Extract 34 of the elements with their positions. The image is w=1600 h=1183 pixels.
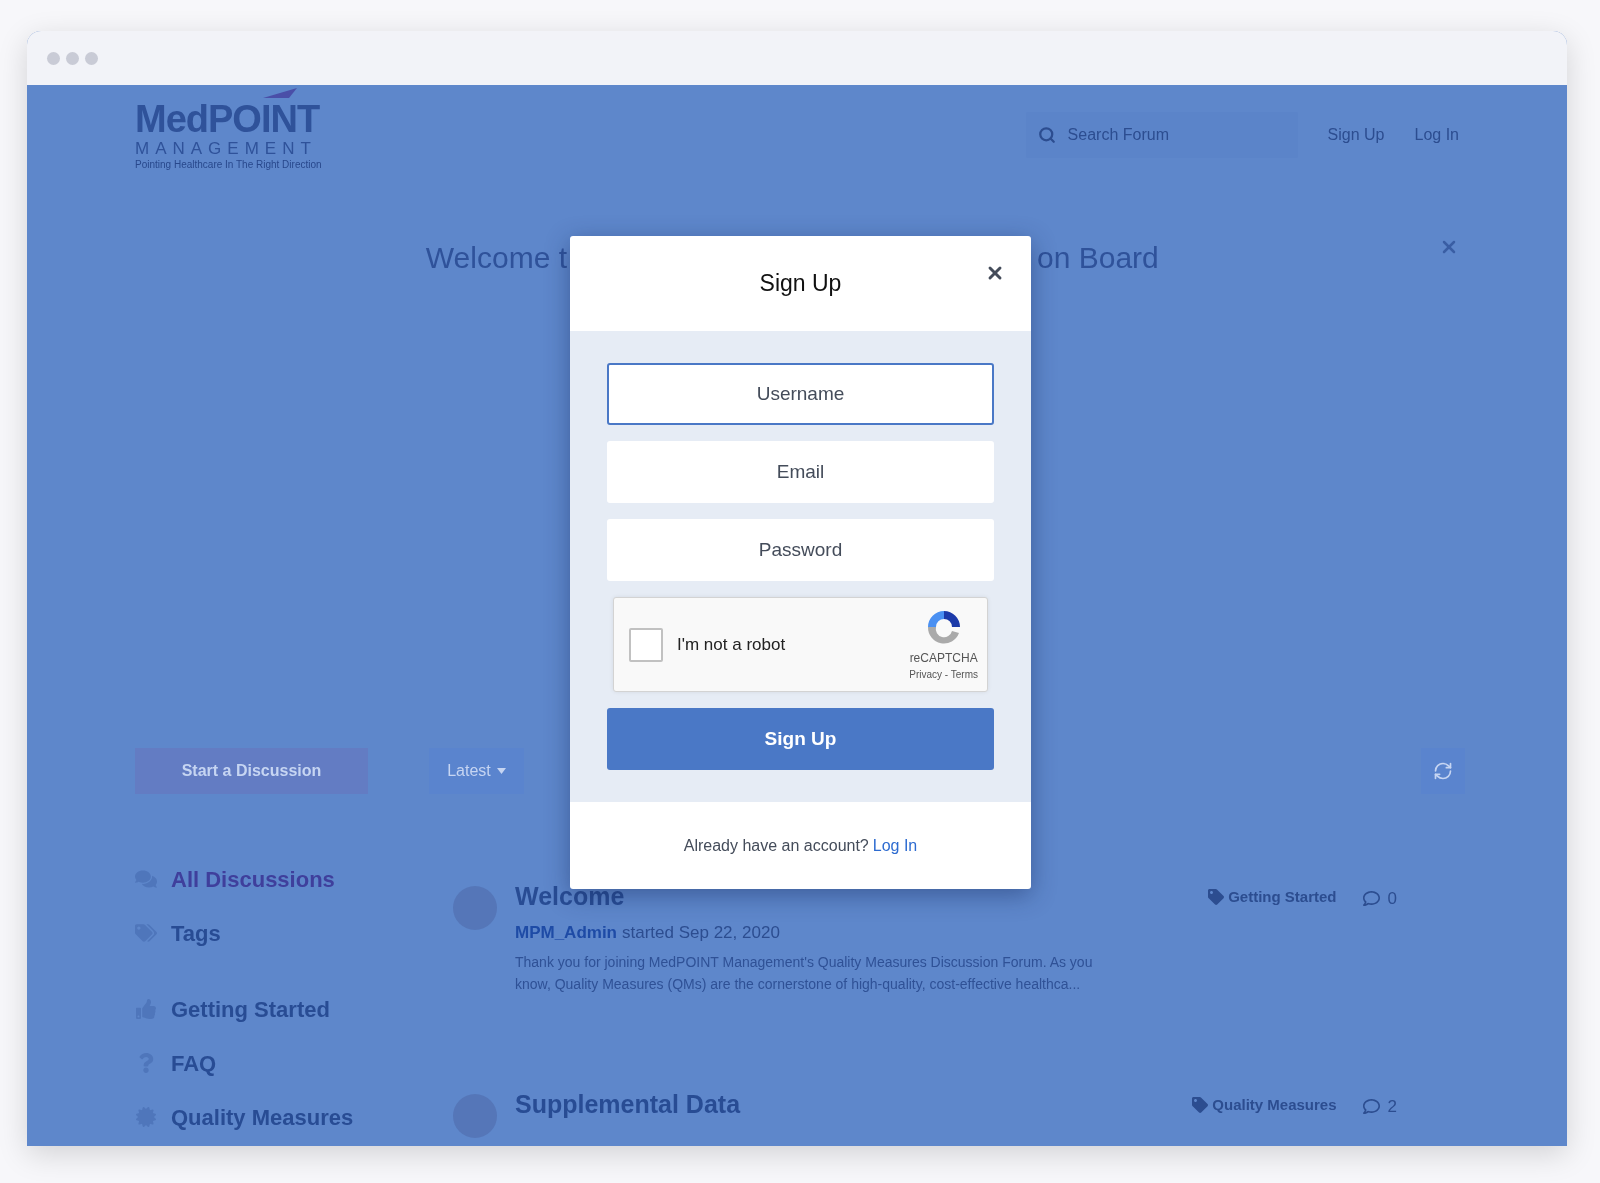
reply-count: 0 [1387,888,1397,910]
captcha-links[interactable]: Privacy - Terms [909,667,978,682]
caret-icon [496,768,506,774]
search-icon [1037,126,1056,144]
refresh-button[interactable] [1421,748,1465,794]
sidebar-item[interactable]: Tags [171,916,221,950]
author-link[interactable]: MPM_Admin [515,919,617,945]
header-link[interactable]: Log In [1414,123,1459,147]
comment-icon [1362,1098,1380,1116]
sidebar-item[interactable]: Getting Started [171,992,330,1026]
discussion-tag[interactable]: Quality Measures [1212,1094,1337,1117]
discussion-title[interactable]: Supplemental Data [515,1086,1115,1124]
captcha-label: I'm not a robot [677,633,786,656]
tag-icon [1192,1097,1209,1114]
discussion-tag[interactable]: Getting Started [1228,886,1337,909]
sign-up-button[interactable]: Sign Up [607,708,994,770]
input-field[interactable]: Username [607,363,994,425]
captcha-checkbox[interactable] [629,627,663,662]
account-prompt: Already have an account? [683,835,869,856]
header-link[interactable]: Sign Up [1327,123,1385,147]
dialog-title: Sign Up [759,269,842,299]
sidebar-item[interactable]: All Discussions [171,862,335,896]
captcha-brand: reCAPTCHA [909,650,978,667]
reply-count: 2 [1387,1096,1397,1118]
log-in-link[interactable]: Log In [872,833,918,858]
sidebar-item[interactable]: FAQ [171,1046,217,1080]
sort-dropdown[interactable]: Latest [429,748,524,794]
sidebar-item[interactable]: Quality Measures [171,1100,354,1134]
logo-triangle-icon [263,88,297,98]
discussion-meta: started Sep 22, 2020 [622,921,780,944]
comment-icon [1362,890,1380,908]
start-discussion-button[interactable]: Start a Discussion [135,748,368,794]
refresh-icon [1433,761,1453,781]
tag-icon [1208,889,1225,906]
